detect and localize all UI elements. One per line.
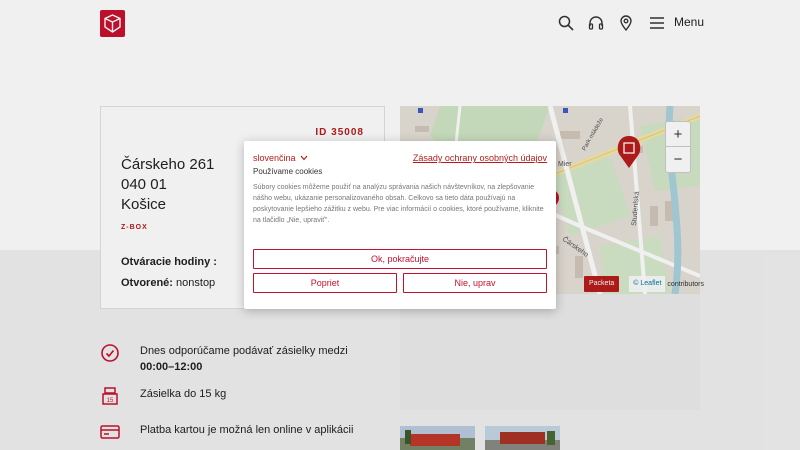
language-selector[interactable]: slovenčina — [253, 153, 308, 163]
deny-cookies-button[interactable]: Popriet — [253, 273, 397, 293]
customize-cookies-button[interactable]: Nie, uprav — [403, 273, 547, 293]
language-label: slovenčina — [253, 153, 296, 163]
privacy-policy-link[interactable]: Zásady ochrany osobných údajov — [413, 153, 547, 163]
cookie-title: Používame cookies — [253, 167, 323, 176]
accept-cookies-button[interactable]: Ok, pokračujte — [253, 249, 547, 269]
cookie-description: Súbory cookies môžeme použiť na analýzu … — [253, 184, 544, 224]
cookie-consent-dialog: slovenčina Zásady ochrany osobných údajo… — [244, 141, 556, 309]
chevron-down-icon — [300, 155, 307, 161]
